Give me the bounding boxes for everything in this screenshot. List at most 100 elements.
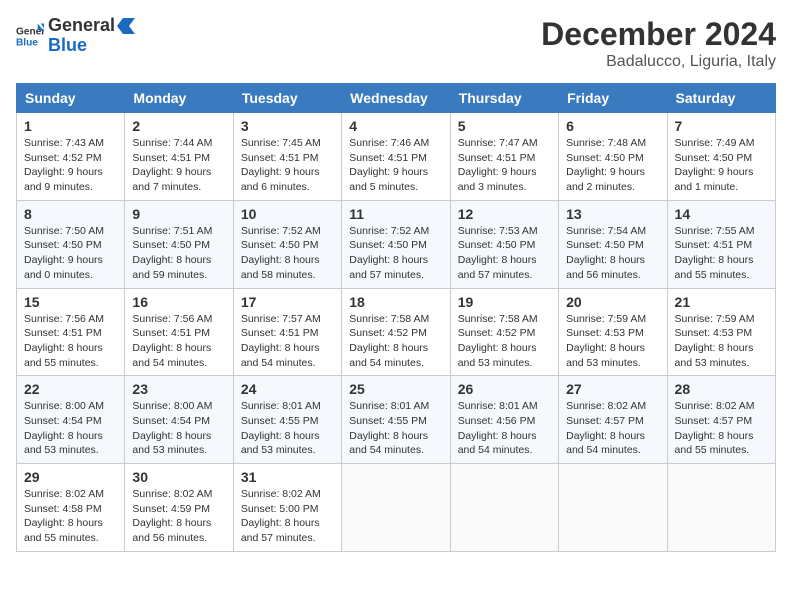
day-number: 1	[24, 118, 117, 134]
calendar-cell: 27Sunrise: 8:02 AM Sunset: 4:57 PM Dayli…	[559, 376, 667, 464]
week-row-4: 22Sunrise: 8:00 AM Sunset: 4:54 PM Dayli…	[17, 376, 776, 464]
calendar-cell: 25 Sunrise: 8:01 AM Sunset: 4:55 PM Dayli…	[342, 376, 450, 464]
calendar-cell: 4 Sunrise: 7:46 AM Sunset: 4:51 PM Daylig…	[342, 113, 450, 201]
day-info: Sunrise: 8:01 AM Sunset: 4:55 PM Dayligh…	[349, 399, 442, 458]
weekday-header-monday: Monday	[125, 84, 233, 113]
day-info: Sunrise: 7:44 AM Sunset: 4:51 PM Dayligh…	[132, 136, 225, 195]
calendar-cell: 24Sunrise: 8:01 AM Sunset: 4:55 PM Dayli…	[233, 376, 341, 464]
logo-general-text: General	[48, 16, 115, 36]
day-info: Sunrise: 7:43 AM Sunset: 4:52 PM Dayligh…	[24, 136, 117, 195]
day-info: Sunrise: 8:02 AM Sunset: 5:00 PM Dayligh…	[241, 487, 334, 546]
calendar-cell: 31 Sunrise: 8:02 AM Sunset: 5:00 PM Dayli…	[233, 464, 341, 552]
calendar-cell: 9 Sunrise: 7:51 AM Sunset: 4:50 PM Daylig…	[125, 200, 233, 288]
day-number: 29	[24, 469, 117, 485]
weekday-header-row: SundayMondayTuesdayWednesdayThursdayFrid…	[17, 84, 776, 113]
calendar-cell: 29 Sunrise: 8:02 AM Sunset: 4:58 PM Dayli…	[17, 464, 125, 552]
day-number: 16	[132, 294, 225, 310]
day-info: Sunrise: 7:56 AM Sunset: 4:51 PM Dayligh…	[132, 312, 225, 371]
calendar-cell	[450, 464, 558, 552]
day-info: Sunrise: 7:59 AM Sunset: 4:53 PM Dayligh…	[566, 312, 659, 371]
weekday-header-friday: Friday	[559, 84, 667, 113]
day-info: Sunrise: 7:55 AM Sunset: 4:51 PM Dayligh…	[675, 224, 768, 283]
day-number: 25	[349, 381, 442, 397]
day-number: 24	[241, 381, 334, 397]
day-info: Sunrise: 7:56 AM Sunset: 4:51 PM Dayligh…	[24, 312, 117, 371]
day-info: Sunrise: 7:54 AM Sunset: 4:50 PM Dayligh…	[566, 224, 659, 283]
day-number: 9	[132, 206, 225, 222]
week-row-1: 1 Sunrise: 7:43 AM Sunset: 4:52 PM Daylig…	[17, 113, 776, 201]
day-number: 3	[241, 118, 334, 134]
calendar-table: SundayMondayTuesdayWednesdayThursdayFrid…	[16, 83, 776, 552]
day-info: Sunrise: 7:46 AM Sunset: 4:51 PM Dayligh…	[349, 136, 442, 195]
day-info: Sunrise: 8:02 AM Sunset: 4:59 PM Dayligh…	[132, 487, 225, 546]
calendar-cell: 3 Sunrise: 7:45 AM Sunset: 4:51 PM Daylig…	[233, 113, 341, 201]
day-number: 5	[458, 118, 551, 134]
day-number: 11	[349, 206, 442, 222]
calendar-cell: 17Sunrise: 7:57 AM Sunset: 4:51 PM Dayli…	[233, 288, 341, 376]
day-number: 21	[675, 294, 768, 310]
weekday-header-saturday: Saturday	[667, 84, 775, 113]
day-number: 19	[458, 294, 551, 310]
day-number: 28	[675, 381, 768, 397]
day-info: Sunrise: 7:48 AM Sunset: 4:50 PM Dayligh…	[566, 136, 659, 195]
calendar-cell: 7 Sunrise: 7:49 AM Sunset: 4:50 PM Daylig…	[667, 113, 775, 201]
calendar-cell: 1 Sunrise: 7:43 AM Sunset: 4:52 PM Daylig…	[17, 113, 125, 201]
week-row-3: 15 Sunrise: 7:56 AM Sunset: 4:51 PM Dayli…	[17, 288, 776, 376]
calendar-cell: 12Sunrise: 7:53 AM Sunset: 4:50 PM Dayli…	[450, 200, 558, 288]
day-info: Sunrise: 8:02 AM Sunset: 4:58 PM Dayligh…	[24, 487, 117, 546]
day-number: 13	[566, 206, 659, 222]
day-info: Sunrise: 7:49 AM Sunset: 4:50 PM Dayligh…	[675, 136, 768, 195]
day-info: Sunrise: 7:52 AM Sunset: 4:50 PM Dayligh…	[241, 224, 334, 283]
day-info: Sunrise: 8:00 AM Sunset: 4:54 PM Dayligh…	[132, 399, 225, 458]
calendar-cell: 5 Sunrise: 7:47 AM Sunset: 4:51 PM Daylig…	[450, 113, 558, 201]
calendar-cell: 10 Sunrise: 7:52 AM Sunset: 4:50 PM Dayli…	[233, 200, 341, 288]
day-number: 10	[241, 206, 334, 222]
calendar-cell: 22Sunrise: 8:00 AM Sunset: 4:54 PM Dayli…	[17, 376, 125, 464]
week-row-2: 8 Sunrise: 7:50 AM Sunset: 4:50 PM Daylig…	[17, 200, 776, 288]
calendar-cell: 6Sunrise: 7:48 AM Sunset: 4:50 PM Daylig…	[559, 113, 667, 201]
calendar-cell: 21 Sunrise: 7:59 AM Sunset: 4:53 PM Dayli…	[667, 288, 775, 376]
day-number: 31	[241, 469, 334, 485]
calendar-cell: 30 Sunrise: 8:02 AM Sunset: 4:59 PM Dayli…	[125, 464, 233, 552]
calendar-cell	[559, 464, 667, 552]
day-info: Sunrise: 7:58 AM Sunset: 4:52 PM Dayligh…	[349, 312, 442, 371]
title-area: December 2024 Badalucco, Liguria, Italy	[541, 16, 776, 71]
calendar-cell: 20 Sunrise: 7:59 AM Sunset: 4:53 PM Dayli…	[559, 288, 667, 376]
logo-blue-text: Blue	[48, 35, 87, 55]
day-number: 15	[24, 294, 117, 310]
day-info: Sunrise: 7:50 AM Sunset: 4:50 PM Dayligh…	[24, 224, 117, 283]
calendar-cell: 8 Sunrise: 7:50 AM Sunset: 4:50 PM Daylig…	[17, 200, 125, 288]
calendar-cell: 18 Sunrise: 7:58 AM Sunset: 4:52 PM Dayli…	[342, 288, 450, 376]
weekday-header-tuesday: Tuesday	[233, 84, 341, 113]
day-number: 23	[132, 381, 225, 397]
month-title: December 2024	[541, 16, 776, 53]
day-info: Sunrise: 7:52 AM Sunset: 4:50 PM Dayligh…	[349, 224, 442, 283]
weekday-header-wednesday: Wednesday	[342, 84, 450, 113]
day-info: Sunrise: 7:51 AM Sunset: 4:50 PM Dayligh…	[132, 224, 225, 283]
day-number: 18	[349, 294, 442, 310]
day-number: 4	[349, 118, 442, 134]
week-row-5: 29 Sunrise: 8:02 AM Sunset: 4:58 PM Dayli…	[17, 464, 776, 552]
day-number: 8	[24, 206, 117, 222]
day-number: 7	[675, 118, 768, 134]
calendar-cell: 16 Sunrise: 7:56 AM Sunset: 4:51 PM Dayli…	[125, 288, 233, 376]
calendar-cell: 23 Sunrise: 8:00 AM Sunset: 4:54 PM Dayli…	[125, 376, 233, 464]
calendar-cell: 2Sunrise: 7:44 AM Sunset: 4:51 PM Daylig…	[125, 113, 233, 201]
day-number: 20	[566, 294, 659, 310]
page-header: General Blue General Blue December 2024 …	[16, 16, 776, 71]
calendar-cell	[667, 464, 775, 552]
calendar-cell: 11 Sunrise: 7:52 AM Sunset: 4:50 PM Dayli…	[342, 200, 450, 288]
day-info: Sunrise: 7:45 AM Sunset: 4:51 PM Dayligh…	[241, 136, 334, 195]
day-number: 30	[132, 469, 225, 485]
location: Badalucco, Liguria, Italy	[541, 53, 776, 71]
day-number: 27	[566, 381, 659, 397]
calendar-cell: 26Sunrise: 8:01 AM Sunset: 4:56 PM Dayli…	[450, 376, 558, 464]
day-number: 26	[458, 381, 551, 397]
day-number: 17	[241, 294, 334, 310]
day-info: Sunrise: 7:47 AM Sunset: 4:51 PM Dayligh…	[458, 136, 551, 195]
day-info: Sunrise: 7:59 AM Sunset: 4:53 PM Dayligh…	[675, 312, 768, 371]
day-info: Sunrise: 8:02 AM Sunset: 4:57 PM Dayligh…	[675, 399, 768, 458]
svg-text:Blue: Blue	[16, 37, 38, 48]
calendar-cell: 19Sunrise: 7:58 AM Sunset: 4:52 PM Dayli…	[450, 288, 558, 376]
weekday-header-thursday: Thursday	[450, 84, 558, 113]
